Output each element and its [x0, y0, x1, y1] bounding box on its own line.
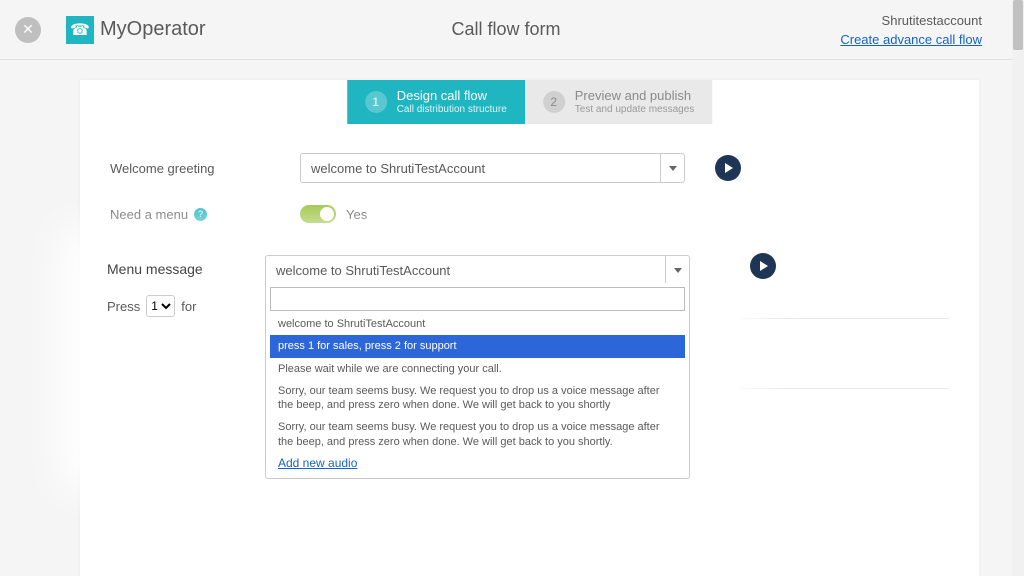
account-name: Shrutitestaccount: [882, 13, 982, 28]
menu-message-label: Menu message: [107, 261, 203, 277]
close-icon: ✕: [22, 21, 34, 38]
row-welcome-greeting: Welcome greeting welcome to ShrutiTestAc…: [110, 153, 949, 183]
play-welcome-button[interactable]: [715, 155, 741, 181]
step-sub: Call distribution structure: [397, 104, 507, 115]
row-need-menu: Need a menu ? Yes: [110, 205, 949, 223]
close-button[interactable]: ✕: [15, 17, 41, 43]
step-title: Design call flow: [397, 89, 507, 103]
step-design-call-flow[interactable]: 1 Design call flow Call distribution str…: [347, 80, 525, 124]
play-menu-button[interactable]: [750, 253, 776, 279]
need-menu-toggle[interactable]: [300, 205, 336, 223]
dropdown-option[interactable]: Please wait while we are connecting your…: [270, 358, 685, 380]
menu-message-dropdown: welcome to ShrutiTestAccount press 1 for…: [265, 283, 690, 479]
scrollbar-thumb[interactable]: [1013, 0, 1023, 50]
caret-down-icon: [660, 154, 684, 182]
page-scrollbar[interactable]: [1012, 0, 1024, 576]
press-prefix: Press: [107, 299, 140, 314]
brand-icon: ☎: [66, 16, 94, 44]
dropdown-option[interactable]: press 1 for sales, press 2 for support: [270, 335, 685, 357]
step-preview-publish[interactable]: 2 Preview and publish Test and update me…: [525, 80, 713, 124]
step-number: 1: [365, 91, 387, 113]
welcome-greeting-select[interactable]: welcome to ShrutiTestAccount: [300, 153, 685, 183]
play-icon: [760, 261, 768, 271]
header: ✕ ☎ MyOperator Call flow form Shrutitest…: [0, 0, 1012, 60]
press-digit-select[interactable]: 1: [146, 295, 175, 317]
create-advance-call-flow-link[interactable]: Create advance call flow: [840, 32, 982, 47]
help-icon[interactable]: ?: [194, 208, 207, 221]
brand-text: MyOperator: [100, 18, 206, 41]
caret-down-icon: [665, 256, 689, 284]
menu-message-value: welcome to ShrutiTestAccount: [276, 263, 450, 278]
dropdown-option[interactable]: Sorry, our team seems busy. We request y…: [270, 416, 685, 448]
wizard-steps: 1 Design call flow Call distribution str…: [347, 80, 713, 124]
dropdown-list[interactable]: welcome to ShrutiTestAccount press 1 for…: [270, 313, 685, 448]
dropdown-option[interactable]: Sorry, our team seems busy. We request y…: [270, 380, 685, 417]
dropdown-option[interactable]: welcome to ShrutiTestAccount: [270, 313, 685, 335]
welcome-greeting-label: Welcome greeting: [110, 161, 300, 176]
header-right: Shrutitestaccount Create advance call fl…: [840, 13, 982, 47]
welcome-greeting-value: welcome to ShrutiTestAccount: [311, 161, 485, 176]
need-menu-value: Yes: [346, 207, 367, 222]
step-sub: Test and update messages: [575, 104, 695, 115]
press-suffix: for: [181, 299, 196, 314]
menu-message-select[interactable]: welcome to ShrutiTestAccount: [265, 255, 690, 285]
need-menu-label: Need a menu: [110, 207, 188, 222]
step-number: 2: [543, 91, 565, 113]
brand-logo: ☎ MyOperator: [66, 16, 206, 44]
play-icon: [725, 163, 733, 173]
page-title: Call flow form: [451, 19, 560, 40]
dropdown-search-input[interactable]: [270, 287, 685, 311]
row-press-for: Press 1 for: [107, 295, 196, 317]
step-title: Preview and publish: [575, 89, 695, 103]
add-new-audio-link[interactable]: Add new audio: [270, 448, 365, 474]
